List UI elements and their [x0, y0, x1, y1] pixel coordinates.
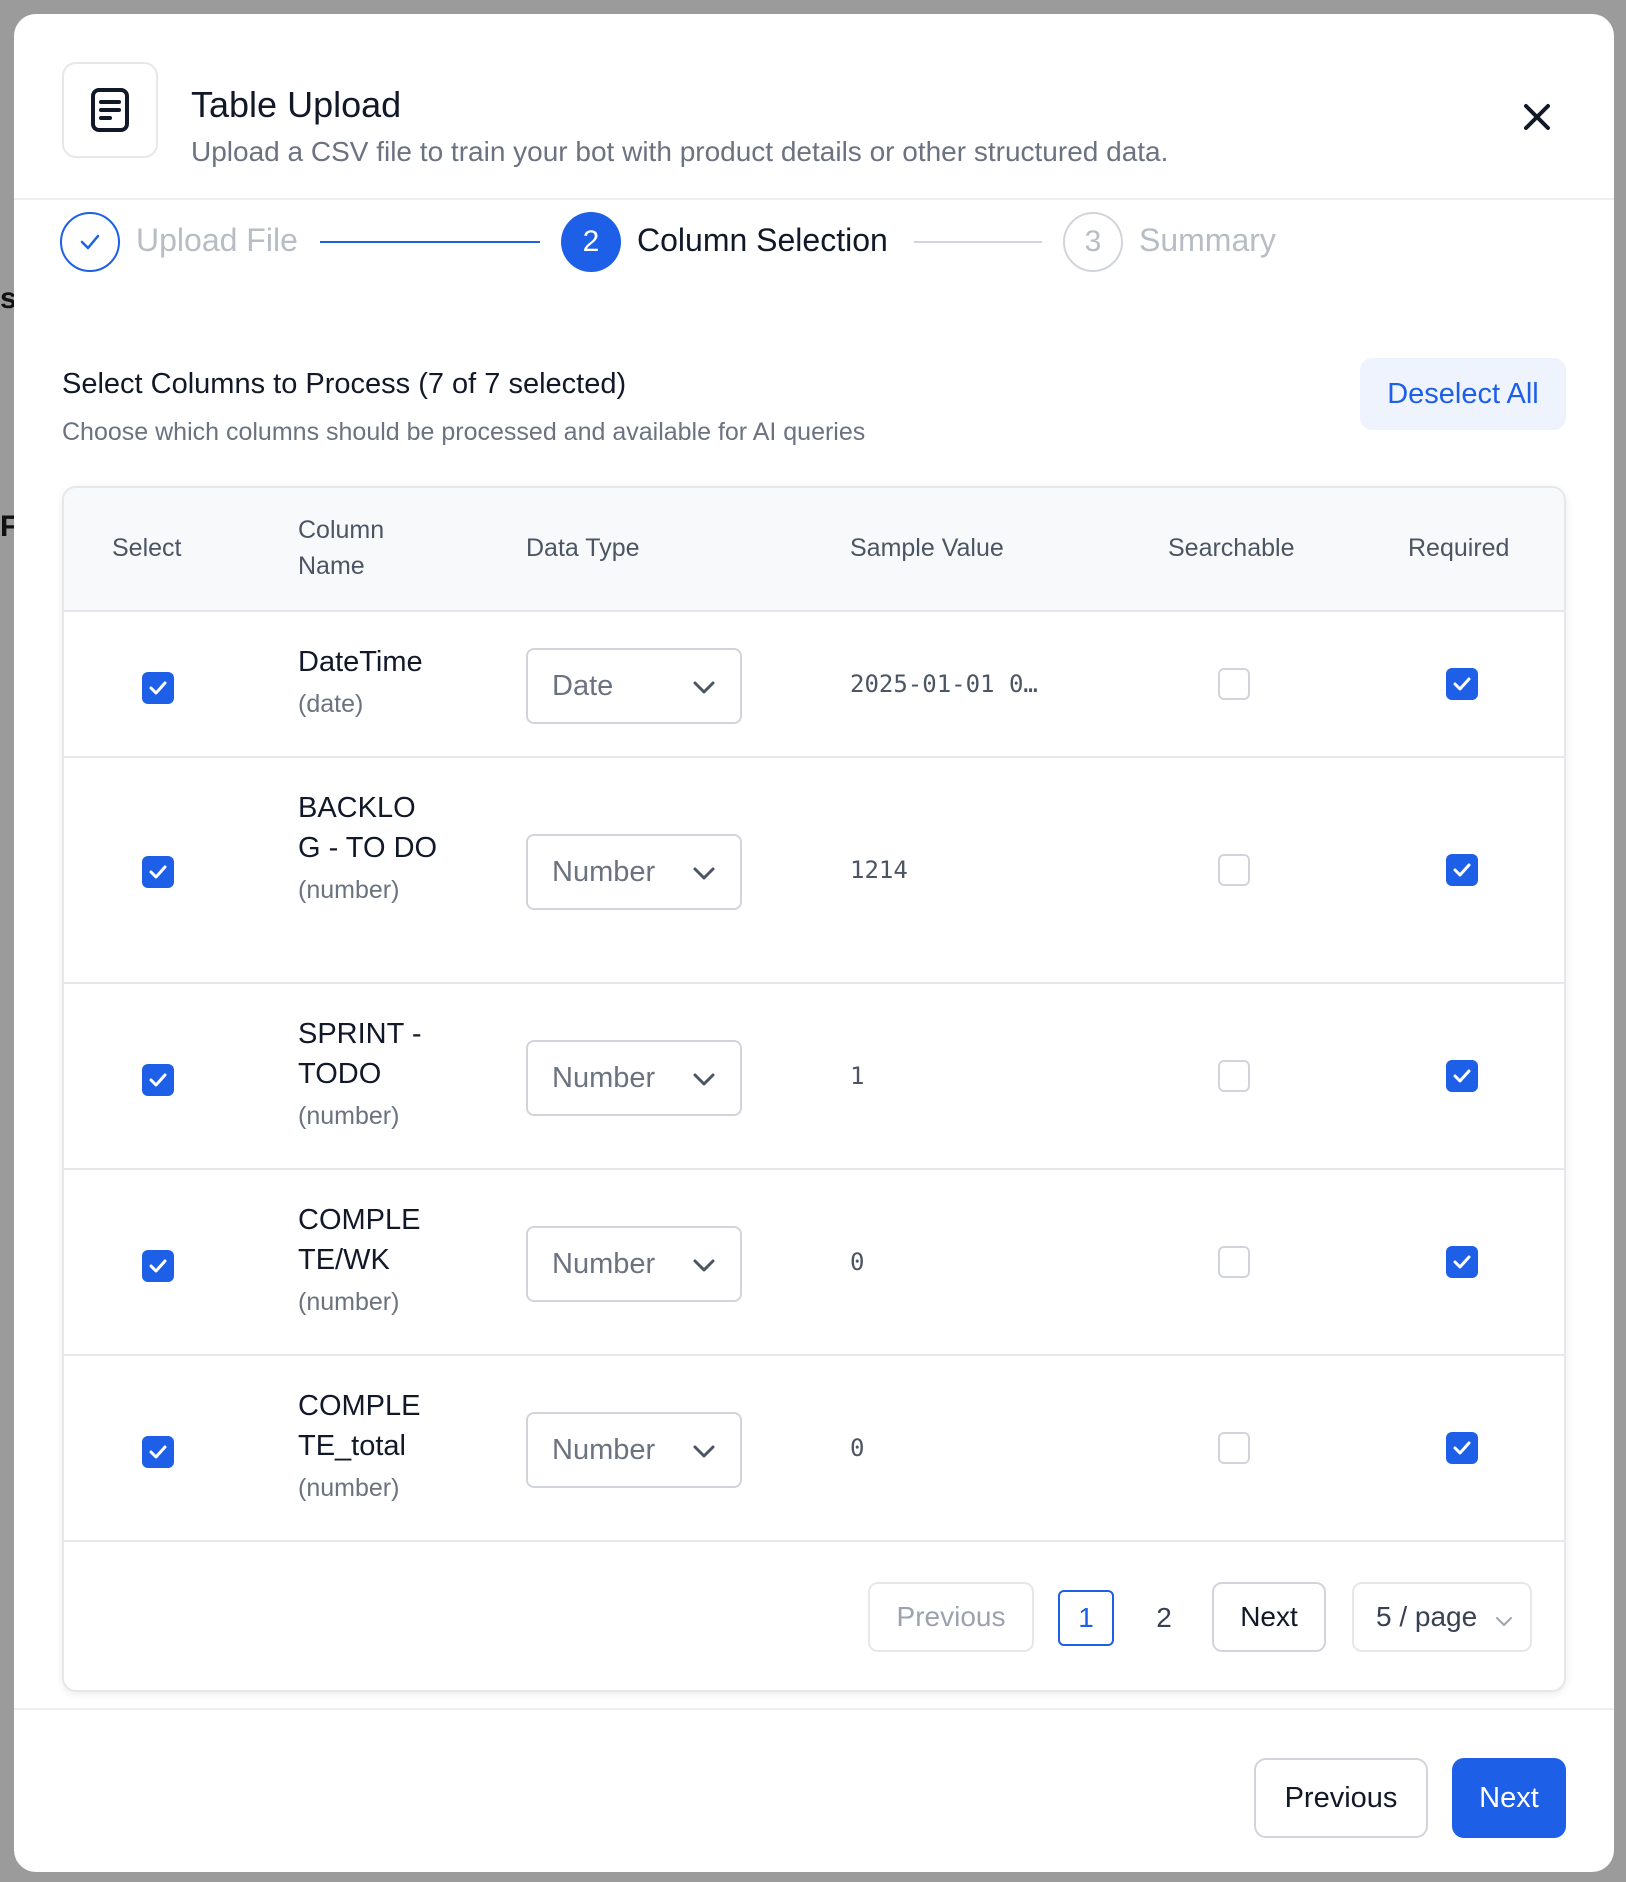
header-column-name-line1: Column	[298, 516, 385, 544]
step-connector	[914, 241, 1042, 243]
required-checkbox[interactable]	[1446, 1246, 1478, 1278]
section-subtitle: Choose which columns should be processed…	[62, 418, 866, 446]
header-column-name-line2: Name	[298, 552, 365, 580]
data-type-value: Date	[552, 670, 614, 702]
searchable-checkbox[interactable]	[1218, 1246, 1250, 1278]
data-type-value: Number	[552, 1248, 656, 1280]
footer-divider	[14, 1708, 1614, 1710]
chevron-down-icon	[692, 1068, 716, 1095]
column-name: COMPLETE/WK (number)	[298, 1200, 438, 1320]
pagination-previous-button[interactable]: Previous	[868, 1582, 1034, 1652]
step-number-column-selection: 2	[561, 212, 621, 272]
required-checkbox[interactable]	[1446, 854, 1478, 886]
columns-table: Select Column Name Data Type Sample Valu…	[62, 486, 1566, 1692]
pagination-page-2[interactable]: 2	[1136, 1590, 1192, 1646]
sample-value: 0	[850, 1434, 865, 1462]
column-name-text: COMPLETE/WK	[298, 1204, 421, 1276]
page-size-select[interactable]: 5 / page	[1352, 1582, 1532, 1652]
column-type-hint: (number)	[298, 1102, 400, 1130]
column-type-hint: (number)	[298, 876, 400, 904]
section-title: Select Columns to Process (7 of 7 select…	[62, 368, 627, 400]
select-checkbox[interactable]	[142, 672, 174, 704]
sample-value: 1	[850, 1062, 865, 1090]
data-type-value: Number	[552, 856, 656, 888]
table-row: SPRINT - TODO (number) Number 1	[64, 984, 1564, 1170]
select-checkbox[interactable]	[142, 1436, 174, 1468]
table-upload-modal: Table Upload Upload a CSV file to train …	[14, 14, 1614, 1872]
step-label-column-selection: Column Selection	[637, 222, 888, 258]
searchable-checkbox[interactable]	[1218, 1432, 1250, 1464]
data-type-select[interactable]: Number	[526, 1040, 742, 1116]
footer-next-button[interactable]: Next	[1452, 1758, 1566, 1838]
deselect-all-button[interactable]: Deselect All	[1360, 358, 1566, 430]
data-type-value: Number	[552, 1062, 656, 1094]
searchable-checkbox[interactable]	[1218, 1060, 1250, 1092]
sample-value: 2025-01-01 0…	[850, 670, 1038, 698]
searchable-checkbox[interactable]	[1218, 668, 1250, 700]
modal-header: Table Upload Upload a CSV file to train …	[14, 14, 1614, 200]
close-icon[interactable]	[1514, 94, 1560, 140]
column-type-hint: (number)	[298, 1288, 400, 1316]
modal-subtitle: Upload a CSV file to train your bot with…	[191, 136, 1169, 167]
table-header: Select Column Name Data Type Sample Valu…	[64, 488, 1564, 612]
header-searchable: Searchable	[1168, 534, 1295, 562]
pagination-next-button[interactable]: Next	[1212, 1582, 1326, 1652]
file-text-icon	[62, 62, 158, 158]
table-row: COMPLETE_total (number) Number 0	[64, 1356, 1564, 1542]
header-sample-value: Sample Value	[850, 534, 1004, 562]
required-checkbox[interactable]	[1446, 1432, 1478, 1464]
select-checkbox[interactable]	[142, 856, 174, 888]
pagination-page-1[interactable]: 1	[1058, 1590, 1114, 1646]
stepper: Upload File 2 Column Selection 3 Summary	[14, 200, 1614, 290]
column-name: BACKLOG - TO DO (number)	[298, 788, 438, 908]
footer-previous-button[interactable]: Previous	[1254, 1758, 1428, 1838]
step-done-check-icon	[60, 212, 120, 272]
column-type-hint: (number)	[298, 1474, 400, 1502]
column-name-text: DateTime	[298, 646, 423, 678]
step-label-summary: Summary	[1139, 222, 1276, 258]
step-connector	[320, 241, 540, 243]
step-label-upload-file: Upload File	[136, 222, 298, 258]
column-name: COMPLETE_total (number)	[298, 1386, 438, 1506]
chevron-down-icon	[692, 1254, 716, 1281]
column-name: SPRINT - TODO (number)	[298, 1014, 438, 1134]
step-number-summary: 3	[1063, 212, 1123, 272]
column-type-hint: (date)	[298, 690, 364, 718]
data-type-select[interactable]: Date	[526, 648, 742, 724]
modal-title: Table Upload	[191, 84, 402, 125]
select-checkbox[interactable]	[142, 1064, 174, 1096]
sample-value: 0	[850, 1248, 865, 1276]
required-checkbox[interactable]	[1446, 668, 1478, 700]
data-type-select[interactable]: Number	[526, 834, 742, 910]
searchable-checkbox[interactable]	[1218, 854, 1250, 886]
header-column-name: Column Name	[298, 512, 384, 584]
page-size-value: 5 / page	[1376, 1601, 1478, 1632]
select-checkbox[interactable]	[142, 1250, 174, 1282]
chevron-down-icon	[692, 676, 716, 703]
chevron-down-icon	[692, 1440, 716, 1467]
chevron-down-icon	[1494, 1606, 1514, 1638]
data-type-select[interactable]: Number	[526, 1226, 742, 1302]
header-required: Required	[1408, 534, 1510, 562]
table-row: BACKLOG - TO DO (number) Number 1214	[64, 758, 1564, 984]
data-type-select[interactable]: Number	[526, 1412, 742, 1488]
table-row: COMPLETE/WK (number) Number 0	[64, 1170, 1564, 1356]
required-checkbox[interactable]	[1446, 1060, 1478, 1092]
column-name-text: SPRINT - TODO	[298, 1018, 422, 1090]
column-name-text: COMPLETE_total	[298, 1390, 421, 1462]
sample-value: 1214	[850, 856, 908, 884]
column-name-text: BACKLOG - TO DO	[298, 792, 438, 864]
header-data-type: Data Type	[526, 534, 640, 562]
data-type-value: Number	[552, 1434, 656, 1466]
table-row: DateTime (date) Date 2025-01-01 0…	[64, 612, 1564, 758]
chevron-down-icon	[692, 862, 716, 889]
header-select: Select	[112, 534, 182, 562]
column-name: DateTime (date)	[298, 642, 438, 722]
